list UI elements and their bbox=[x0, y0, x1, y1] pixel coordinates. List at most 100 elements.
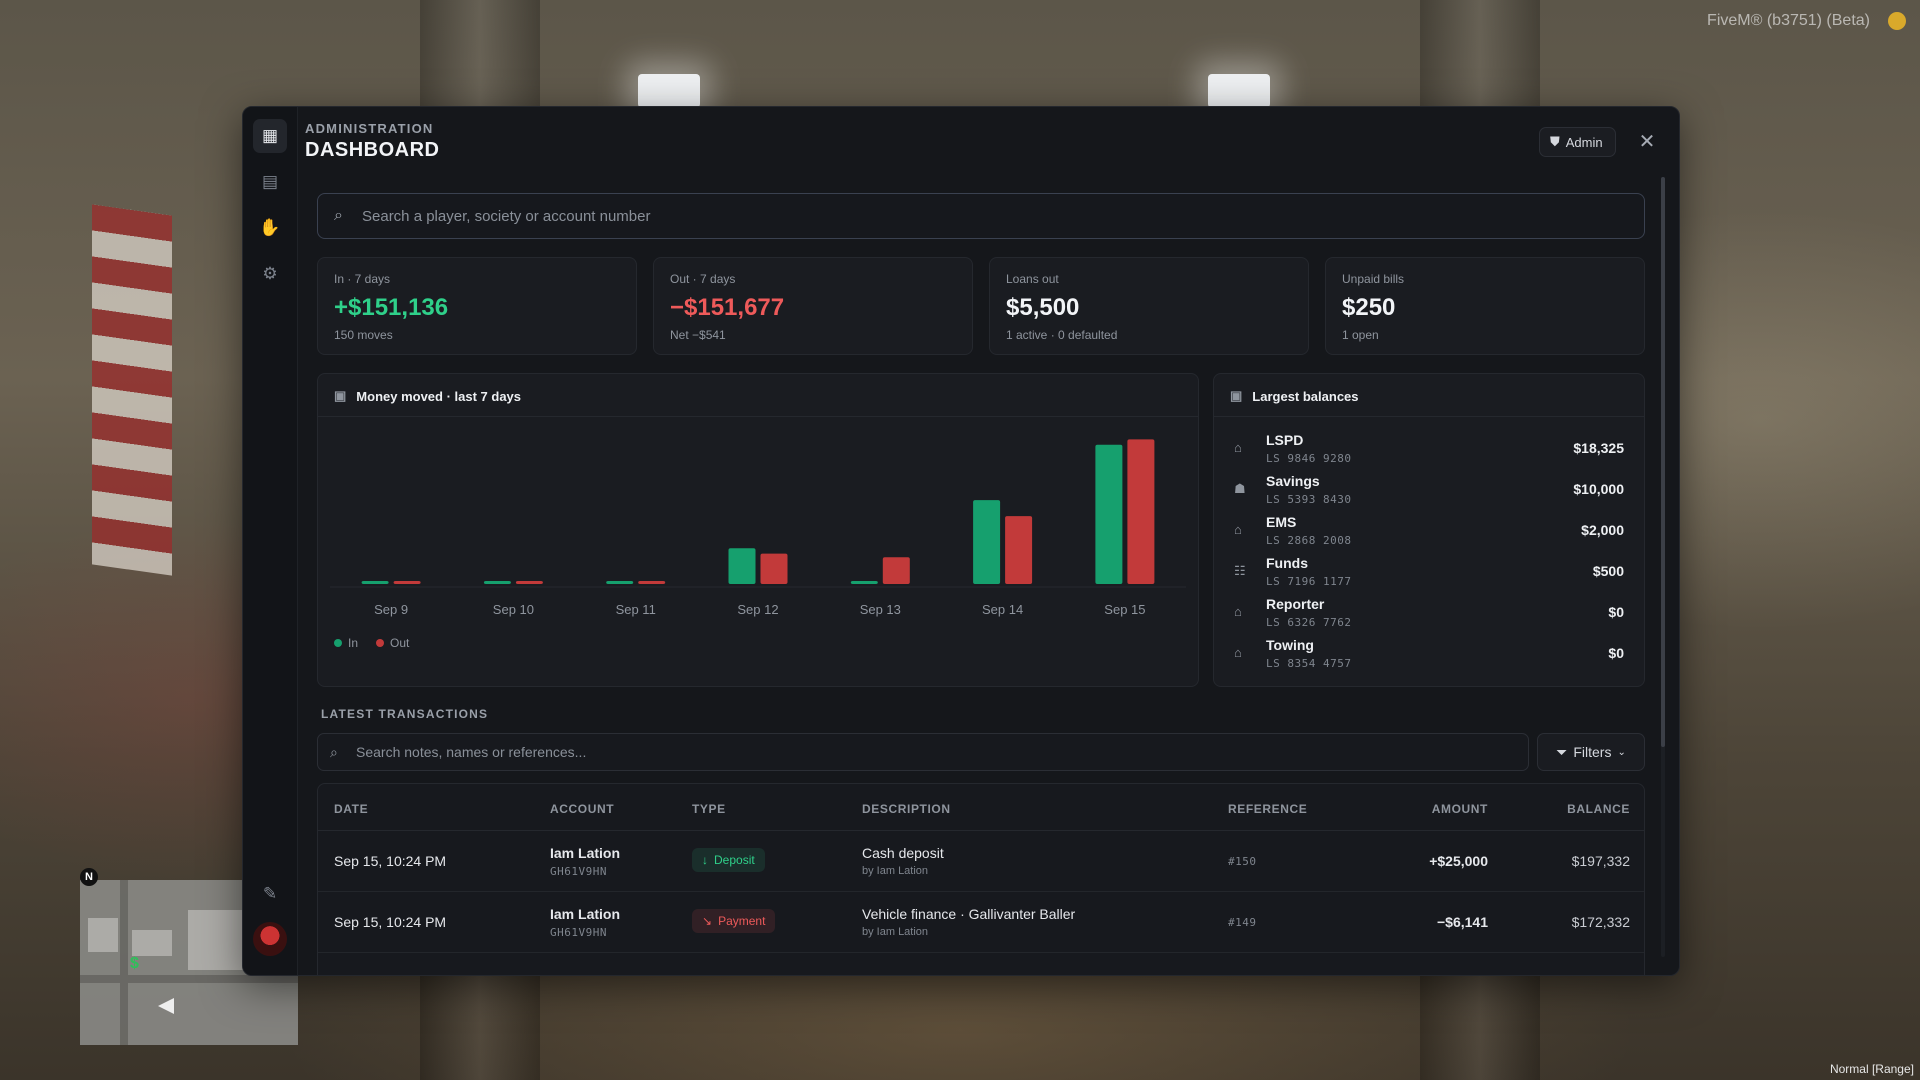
filter-icon: ⏷ bbox=[1556, 743, 1568, 760]
money-moved-chart: Sep 9 Sep 10 Sep 11 Sep 12 Sep 13 Sep 14 Sep 1… bbox=[330, 439, 1186, 617]
bank-icon: ⌂ bbox=[1234, 440, 1242, 455]
bar-out-sep-14[interactable] bbox=[1005, 516, 1033, 584]
hand-coin-icon: ✋ bbox=[259, 218, 281, 237]
stat-sub: 1 open bbox=[1342, 328, 1379, 342]
close-icon: ✕ bbox=[1638, 130, 1656, 153]
table-row[interactable]: Sep 15, 10:24 PM Iam Lation GH61V9HN ↓ D… bbox=[318, 831, 1644, 892]
nav-settings-button[interactable]: ⚙ bbox=[253, 257, 287, 291]
bar-out-sep-15[interactable] bbox=[1127, 439, 1155, 584]
shield-icon: ⛊ bbox=[1550, 134, 1560, 149]
column-header-account[interactable]: ACCOUNT bbox=[550, 802, 614, 816]
row-description: Vehicle finance · Gallivanter Baller bbox=[862, 906, 1076, 922]
bar-out-sep-13[interactable] bbox=[882, 557, 910, 584]
row-account-name: Iam Lation bbox=[550, 845, 621, 861]
row-description: Cash deposit bbox=[862, 845, 944, 861]
filters-button[interactable]: ⏷ Filters ⌄ bbox=[1537, 733, 1645, 771]
type-label: Deposit bbox=[714, 853, 755, 867]
balance-amount: $10,000 bbox=[1573, 481, 1624, 497]
x-tick-label: Sep 13 bbox=[860, 602, 901, 617]
stat-value: −$151,677 bbox=[670, 294, 785, 321]
search-icon: ⌕ bbox=[334, 207, 343, 224]
balance-row[interactable]: ☷ Funds LS 7196 1177 $500 bbox=[1230, 553, 1628, 593]
fivem-build-label: FiveM® (b3751) (Beta) bbox=[1707, 12, 1870, 29]
balance-row[interactable]: ⌂ Towing LS 8354 4757 $0 bbox=[1230, 635, 1628, 675]
background-light bbox=[638, 74, 700, 108]
x-tick-label: Sep 15 bbox=[1104, 602, 1145, 617]
x-tick-label: Sep 9 bbox=[374, 602, 408, 617]
gear-icon: ⚙ bbox=[262, 264, 278, 283]
receipt-icon: ▤ bbox=[261, 172, 279, 191]
close-button[interactable]: ✕ bbox=[1633, 127, 1661, 155]
balance-name: Savings bbox=[1266, 473, 1320, 489]
bar-in-sep-13[interactable] bbox=[850, 581, 878, 584]
column-header-amount[interactable]: AMOUNT bbox=[1432, 802, 1488, 816]
fivem-logo-icon bbox=[1888, 12, 1906, 30]
stat-card-out: Out · 7 days −$151,677 Net −$541 bbox=[653, 257, 973, 355]
transactions-section-label: LATEST TRANSACTIONS bbox=[321, 707, 489, 721]
balance-row[interactable]: ⌂ LSPD LS 9846 9280 $18,325 bbox=[1230, 430, 1628, 470]
bar-in-sep-11[interactable] bbox=[606, 581, 634, 584]
nav-loans-button[interactable]: ✋ bbox=[253, 211, 287, 245]
transactions-search[interactable]: ⌕ bbox=[317, 733, 1529, 771]
admin-badge[interactable]: ⛊ Admin bbox=[1539, 127, 1616, 157]
column-header-description[interactable]: DESCRIPTION bbox=[862, 802, 951, 816]
minimap-money-icon: $ bbox=[130, 955, 139, 972]
global-search[interactable]: ⌕ bbox=[317, 193, 1645, 239]
bar-out-sep-11[interactable] bbox=[638, 581, 666, 584]
page-title: DASHBOARD bbox=[305, 139, 440, 161]
balance-row[interactable]: ⌂ EMS LS 2868 2008 $2,000 bbox=[1230, 512, 1628, 552]
row-account-id: GH61V9HN bbox=[550, 865, 607, 878]
avatar[interactable] bbox=[253, 922, 287, 956]
row-by: by Iam Lation bbox=[862, 926, 929, 938]
nav-transactions-button[interactable]: ▤ bbox=[253, 165, 287, 199]
table-row[interactable]: Sep 15, 10:24 PM Iam Lation GH61V9HN ↘ P… bbox=[318, 892, 1644, 953]
type-badge-payment: ↘ Payment bbox=[692, 909, 776, 933]
stat-card-bills: Unpaid bills $250 1 open bbox=[1325, 257, 1645, 355]
row-by: by Iam Lation bbox=[862, 865, 929, 877]
global-search-input[interactable] bbox=[360, 206, 1644, 226]
stat-sub: Net −$541 bbox=[670, 328, 726, 342]
column-header-type[interactable]: TYPE bbox=[692, 802, 726, 816]
balance-name: EMS bbox=[1266, 514, 1297, 530]
scrollbar-thumb[interactable] bbox=[1661, 177, 1665, 747]
row-account-id: GH61V9HN bbox=[550, 926, 607, 939]
row-balance: $197,332 bbox=[1571, 853, 1630, 869]
column-header-balance[interactable]: BALANCE bbox=[1567, 802, 1630, 816]
stat-label: In · 7 days bbox=[334, 272, 391, 286]
divider bbox=[1214, 416, 1644, 417]
bar-out-sep-12[interactable] bbox=[760, 553, 788, 584]
legend-label: In bbox=[348, 636, 359, 650]
bar-out-sep-9[interactable] bbox=[393, 581, 421, 584]
stat-value: $5,500 bbox=[1006, 294, 1080, 321]
balance-name: Towing bbox=[1266, 637, 1314, 653]
balance-account: LS 6326 7762 bbox=[1266, 616, 1352, 629]
balance-row[interactable]: ☗ Savings LS 5393 8430 $10,000 bbox=[1230, 471, 1628, 511]
column-header-date[interactable]: DATE bbox=[334, 802, 368, 816]
row-date: Sep 15, 10:24 PM bbox=[334, 914, 447, 930]
admin-dashboard-window: ▦ ▤ ✋ ⚙ ✎ ADMINISTRATION DASHBOARD ⛊ Adm… bbox=[242, 106, 1680, 976]
chart-title: Money moved · last 7 days bbox=[356, 388, 522, 404]
pin-icon: ✎ bbox=[262, 884, 278, 903]
bar-in-sep-10[interactable] bbox=[483, 581, 511, 584]
nav-pin-button[interactable]: ✎ bbox=[253, 877, 287, 911]
bar-in-sep-14[interactable] bbox=[973, 500, 1001, 584]
legend-in: In bbox=[334, 636, 358, 650]
bar-in-sep-12[interactable] bbox=[728, 548, 756, 584]
balance-row[interactable]: ⌂ Reporter LS 6326 7762 $0 bbox=[1230, 594, 1628, 634]
stat-label: Out · 7 days bbox=[670, 272, 736, 286]
column-header-reference[interactable]: REFERENCE bbox=[1228, 802, 1307, 816]
largest-balances-card: ▣ Largest balances ⌂ LSPD LS 9846 9280 $… bbox=[1213, 373, 1645, 687]
divider bbox=[318, 416, 1198, 417]
row-amount: −$6,141 bbox=[1437, 914, 1488, 930]
stat-value: $250 bbox=[1342, 294, 1396, 321]
nav-dashboard-button[interactable]: ▦ bbox=[253, 119, 287, 153]
stat-value: +$151,136 bbox=[334, 294, 449, 321]
bar-in-sep-15[interactable] bbox=[1095, 444, 1123, 584]
transactions-search-input[interactable] bbox=[354, 743, 1528, 761]
bar-out-sep-10[interactable] bbox=[515, 581, 543, 584]
background-flag bbox=[92, 204, 172, 576]
x-tick-label: Sep 12 bbox=[737, 602, 778, 617]
filters-label: Filters bbox=[1573, 744, 1612, 760]
bar-in-sep-9[interactable] bbox=[361, 581, 389, 584]
balance-account: LS 9846 9280 bbox=[1266, 452, 1352, 465]
